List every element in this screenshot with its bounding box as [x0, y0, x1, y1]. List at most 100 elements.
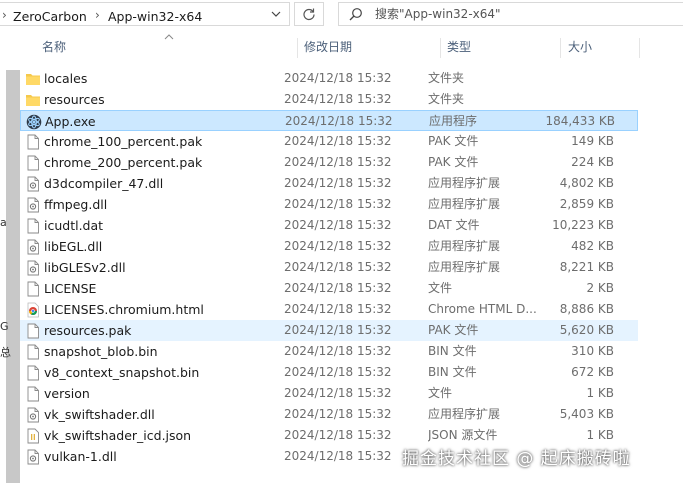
file-size: 149 KB	[571, 134, 614, 148]
dll-icon	[25, 176, 41, 192]
file-type: PAK 文件	[428, 323, 479, 337]
file-row[interactable]: vk_swiftshader.dll 2024/12/18 15:32 应用程序扩展…	[20, 404, 638, 425]
navigation-item-fragment[interactable]: G	[0, 320, 9, 333]
file-type: 文件夹	[428, 92, 465, 106]
file-icon	[25, 134, 41, 150]
file-icon	[25, 155, 41, 171]
file-modified-date: 2024/12/18 15:32	[284, 365, 392, 379]
file-modified-date: 2024/12/18 15:32	[284, 386, 392, 400]
file-size	[542, 68, 614, 89]
file-name: chrome_200_percent.pak	[44, 155, 203, 170]
file-row[interactable]: libGLESv2.dll 2024/12/18 15:32 应用程序扩展 8,221…	[20, 257, 638, 278]
navigation-pane-scrollbar[interactable]	[6, 70, 20, 483]
file-row[interactable]: LICENSES.chromium.html 2024/12/18 15:32 Ch…	[20, 299, 638, 320]
dll-icon	[25, 407, 41, 423]
file-name: icudtl.dat	[44, 218, 104, 233]
file-row[interactable]: chrome_200_percent.pak 2024/12/18 15:32 PA…	[20, 152, 638, 173]
file-row[interactable]: resources.pak 2024/12/18 15:32 PAK 文件 5,620…	[20, 320, 638, 341]
file-type: PAK 文件	[428, 134, 479, 148]
column-divider[interactable]	[440, 38, 441, 58]
file-type: 文件	[428, 281, 453, 295]
address-bar[interactable]: › ZeroCarbon › App-win32-x64	[0, 2, 290, 26]
search-input[interactable]	[375, 6, 665, 22]
file-icon	[25, 281, 41, 297]
file-type: Chrome HTML D...	[428, 302, 537, 316]
file-name: resources.pak	[44, 323, 132, 338]
file-name: LICENSES.chromium.html	[44, 302, 204, 317]
column-header: 名称 修改日期 类型 大小	[20, 34, 683, 60]
file-name: resources	[44, 92, 105, 107]
file-size: 8,221 KB	[559, 260, 614, 274]
file-name: libEGL.dll	[44, 239, 103, 254]
file-size: 184,433 KB	[545, 114, 615, 128]
file-name: ffmpeg.dll	[44, 197, 108, 212]
file-type: 应用程序扩展	[428, 239, 501, 253]
file-modified-date: 2024/12/18 15:32	[284, 155, 392, 169]
file-name: vk_swiftshader_icd.json	[44, 428, 192, 443]
column-divider[interactable]	[560, 38, 561, 58]
file-name: v8_context_snapshot.bin	[44, 365, 200, 380]
column-header-size[interactable]: 大小	[568, 34, 638, 60]
file-modified-date: 2024/12/18 15:32	[284, 134, 392, 148]
file-modified-date: 2024/12/18 15:32	[284, 428, 392, 442]
file-modified-date: 2024/12/18 15:32	[284, 344, 392, 358]
breadcrumb-separator-icon[interactable]: ›	[95, 8, 100, 22]
navigation-pane: a G 总	[0, 30, 20, 483]
file-row[interactable]: locales 2024/12/18 15:32 文件夹	[20, 68, 638, 89]
file-row[interactable]: chrome_100_percent.pak 2024/12/18 15:32 PA…	[20, 131, 638, 152]
file-size: 1 KB	[586, 428, 614, 442]
file-size: 1 KB	[586, 386, 614, 400]
file-row[interactable]: version 2024/12/18 15:32 文件 1 KB	[20, 383, 638, 404]
file-size: 2 KB	[586, 281, 614, 295]
column-header-name[interactable]: 名称	[42, 34, 292, 60]
breadcrumb-item-zerocarbon[interactable]: ZeroCarbon	[13, 9, 87, 24]
navigation-item-fragment[interactable]: a	[0, 216, 7, 229]
file-row[interactable]: ffmpeg.dll 2024/12/18 15:32 应用程序扩展 2,859 KB	[20, 194, 638, 215]
file-type: JSON 源文件	[428, 428, 498, 442]
file-size: 10,223 KB	[552, 218, 614, 232]
file-row[interactable]: LICENSE 2024/12/18 15:32 文件 2 KB	[20, 278, 638, 299]
file-name: LICENSE	[44, 281, 97, 296]
file-name: d3dcompiler_47.dll	[44, 176, 164, 191]
file-name: version	[44, 386, 90, 401]
file-modified-date: 2024/12/18 15:32	[284, 218, 392, 232]
file-size	[542, 89, 614, 110]
navigation-item-fragment[interactable]: 总	[0, 344, 11, 360]
file-modified-date: 2024/12/18 15:32	[284, 281, 392, 295]
file-name: libGLESv2.dll	[44, 260, 126, 275]
column-header-type[interactable]: 类型	[447, 34, 557, 60]
file-row[interactable]: snapshot_blob.bin 2024/12/18 15:32 BIN 文件 3…	[20, 341, 638, 362]
dll-icon	[25, 239, 41, 255]
json-icon	[25, 428, 41, 444]
file-modified-date: 2024/12/18 15:32	[284, 260, 392, 274]
file-name: locales	[44, 71, 88, 86]
dll-icon	[25, 197, 41, 213]
file-size: 5,620 KB	[559, 323, 614, 337]
file-modified-date: 2024/12/18 15:32	[284, 407, 392, 421]
file-type: 应用程序扩展	[428, 176, 501, 190]
file-row[interactable]: v8_context_snapshot.bin 2024/12/18 15:32 B…	[20, 362, 638, 383]
file-row[interactable]: vk_swiftshader_icd.json 2024/12/18 15:32 J…	[20, 425, 638, 446]
search-box[interactable]	[338, 2, 683, 26]
address-history-dropdown-icon[interactable]	[263, 3, 289, 25]
file-name: vulkan-1.dll	[44, 449, 117, 464]
file-row[interactable]: d3dcompiler_47.dll 2024/12/18 15:32 应用程序扩展…	[20, 173, 638, 194]
refresh-button[interactable]	[294, 2, 324, 26]
column-divider[interactable]	[297, 38, 298, 58]
file-type: 应用程序	[429, 114, 478, 128]
column-divider[interactable]	[639, 38, 640, 58]
chrome-icon	[25, 302, 41, 318]
dll-icon	[25, 260, 41, 276]
file-row[interactable]: icudtl.dat 2024/12/18 15:32 DAT 文件 10,223 K…	[20, 215, 638, 236]
file-row[interactable]: resources 2024/12/18 15:32 文件夹	[20, 89, 638, 110]
column-header-date[interactable]: 修改日期	[304, 34, 434, 60]
file-type: PAK 文件	[428, 155, 479, 169]
file-name: App.exe	[45, 114, 96, 129]
file-type: 应用程序扩展	[428, 260, 501, 274]
file-icon	[25, 344, 41, 360]
breadcrumb-item-app-win32-x64[interactable]: App-win32-x64	[108, 9, 202, 24]
file-row[interactable]: App.exe 2024/12/18 15:32 应用程序 184,433 KB	[20, 110, 638, 131]
file-type: 应用程序扩展	[428, 407, 501, 421]
file-row[interactable]: libEGL.dll 2024/12/18 15:32 应用程序扩展 482 KB	[20, 236, 638, 257]
breadcrumb-separator-icon[interactable]: ›	[2, 8, 7, 22]
